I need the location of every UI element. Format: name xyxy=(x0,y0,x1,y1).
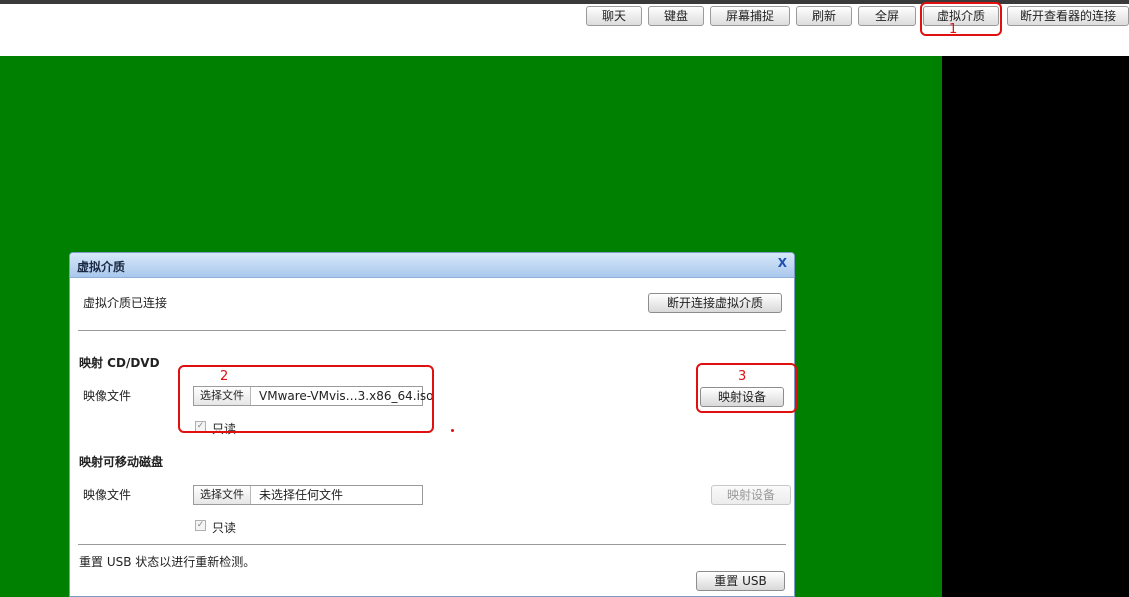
annotation-box-2 xyxy=(178,365,434,433)
removable-image-file-label: 映像文件 xyxy=(83,488,132,502)
annotation-box-3 xyxy=(696,363,797,413)
removable-image-file-input[interactable]: 选择文件 未选择任何文件 xyxy=(193,485,423,505)
usb-reset-note: 重置 USB 状态以进行重新检测。 xyxy=(79,555,256,569)
refresh-button[interactable]: 刷新 xyxy=(796,6,852,26)
keyboard-button[interactable]: 键盘 xyxy=(648,6,704,26)
annotation-box-1 xyxy=(920,2,1002,36)
divider-usb xyxy=(78,544,786,545)
annotation-number-3: 3 xyxy=(738,369,747,384)
console-unused-area xyxy=(942,56,1129,597)
removable-readonly-checkbox[interactable]: ✓ xyxy=(195,520,206,531)
annotation-number-2: 2 xyxy=(220,369,229,384)
chat-button[interactable]: 聊天 xyxy=(586,6,642,26)
cd-image-file-label: 映像文件 xyxy=(83,389,132,403)
reset-usb-button[interactable]: 重置 USB xyxy=(696,571,785,591)
screenshot-button[interactable]: 屏幕捕捉 xyxy=(710,6,790,26)
removable-map-device-button[interactable]: 映射设备 xyxy=(711,485,791,505)
dialog-title-bar[interactable]: 虚拟介质 X xyxy=(70,253,794,278)
dialog-title: 虚拟介质 xyxy=(77,260,126,274)
removable-choose-file-button[interactable]: 选择文件 xyxy=(194,486,251,504)
fullscreen-button[interactable]: 全屏 xyxy=(858,6,916,26)
removable-readonly-label: 只读 xyxy=(212,521,237,535)
annotation-dot xyxy=(451,429,454,432)
cd-dvd-heading: 映射 CD/DVD xyxy=(79,356,160,370)
close-icon[interactable]: X xyxy=(778,256,787,270)
divider xyxy=(78,330,786,331)
annotation-number-1: 1 xyxy=(949,22,958,37)
removable-selected-file-name: 未选择任何文件 xyxy=(259,488,344,502)
disconnect-viewer-button[interactable]: 断开查看器的连接 xyxy=(1007,6,1129,26)
removable-disk-heading: 映射可移动磁盘 xyxy=(79,455,164,469)
connection-status: 虚拟介质已连接 xyxy=(83,296,168,310)
disconnect-virtual-media-button[interactable]: 断开连接虚拟介质 xyxy=(648,293,782,313)
